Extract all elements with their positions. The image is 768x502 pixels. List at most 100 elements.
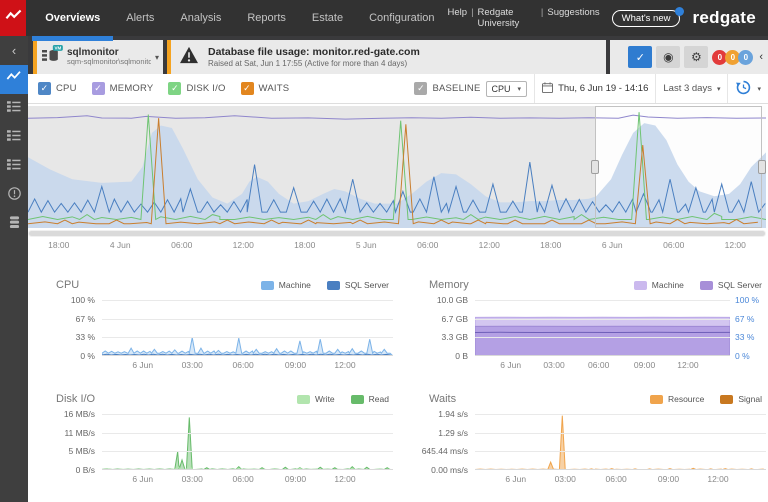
nav-label: Reports: [247, 12, 286, 24]
waits-checkbox[interactable]: ✓ WAITS: [241, 82, 290, 95]
baseline-metric-select[interactable]: CPU ▾: [486, 81, 528, 97]
x-tick-label: 06:00: [605, 474, 626, 484]
focus-target-button[interactable]: ◉: [656, 46, 680, 68]
link-separator: |: [471, 7, 473, 29]
window-left-handle[interactable]: [591, 160, 599, 174]
collapse-chevron-icon[interactable]: ‹: [759, 51, 763, 63]
timeline-plot[interactable]: [28, 106, 766, 228]
y-tick-label: 33 %: [76, 332, 95, 342]
cpu-plot[interactable]: [102, 300, 393, 356]
gridline: [475, 355, 730, 356]
waits-plot[interactable]: [475, 414, 766, 470]
settings-button[interactable]: ⚙: [684, 46, 708, 68]
timeline-tick-label: 12:00: [213, 240, 275, 250]
timeline-chart[interactable]: [28, 106, 766, 228]
sidebar-item-server-list-2[interactable]: [0, 123, 28, 152]
legend-item-machine[interactable]: Machine: [634, 280, 684, 290]
baseline-checkbox[interactable]: ✓ BASELINE: [414, 82, 480, 95]
cpu-checkbox[interactable]: ✓ CPU: [38, 82, 77, 95]
legend-item-sql-server[interactable]: SQL Server: [327, 280, 389, 290]
suggestions-link[interactable]: Suggestions: [547, 7, 599, 29]
legend-swatch: [327, 281, 340, 290]
cpu-chart-title: CPU: [56, 279, 79, 291]
nav-estate[interactable]: Estate: [299, 0, 356, 36]
timeline-tick-label: 06:00: [643, 240, 705, 250]
nav-label: Overviews: [45, 12, 100, 24]
legend-item-signal[interactable]: Signal: [720, 394, 762, 404]
list-icon: [7, 158, 22, 176]
nav-alerts[interactable]: Alerts: [113, 0, 167, 36]
memory-plot[interactable]: [475, 300, 730, 356]
legend-item-machine[interactable]: Machine: [261, 280, 311, 290]
entity-selector[interactable]: VM sqlmonitor sqm-sqlmonitor\sqlmonitor …: [33, 40, 163, 74]
legend-item-write[interactable]: Write: [297, 394, 335, 404]
sidebar-item-alerts[interactable]: [0, 181, 28, 210]
y-tick-label: 0 B: [455, 351, 468, 361]
nav-configuration[interactable]: Configuration: [356, 0, 447, 36]
disk-series[interactable]: [102, 414, 393, 470]
memory-series[interactable]: [475, 300, 730, 356]
timeline-scrollbar-thumb[interactable]: [29, 231, 765, 236]
window-right-handle[interactable]: [758, 160, 766, 174]
x-tick-label: 06:00: [232, 360, 253, 370]
caret-down-icon: ▾: [717, 85, 721, 93]
waits-series[interactable]: [475, 414, 766, 470]
redgate-university-link[interactable]: Redgate University: [478, 7, 537, 29]
sidebar-item-server-list-3[interactable]: [0, 152, 28, 181]
sidebar-collapse-button[interactable]: ‹: [0, 36, 28, 65]
legend-item-resource[interactable]: Resource: [650, 394, 704, 404]
legend-label: Resource: [668, 394, 704, 404]
cpu-checkbox-label: CPU: [56, 83, 77, 94]
sidebar-item-activity[interactable]: [0, 65, 28, 94]
gridline: [475, 433, 766, 434]
legend-item-read[interactable]: Read: [351, 394, 389, 404]
caret-down-icon: ▾: [155, 53, 159, 62]
timeline-tick-label: 18:00: [274, 240, 336, 250]
gridline: [475, 451, 766, 452]
low-alert-badge[interactable]: 0: [738, 50, 753, 65]
checkbox-icon: ✓: [38, 82, 51, 95]
legend-label: Signal: [738, 394, 762, 404]
caret-down-icon[interactable]: ▾: [757, 85, 761, 93]
x-tick-label: 06:00: [232, 474, 253, 484]
cpu-series[interactable]: [102, 300, 393, 356]
y-tick-label: 3.3 GB: [442, 332, 468, 342]
disk-io-checkbox[interactable]: ✓ DISK I/O: [168, 82, 225, 95]
whats-new-button[interactable]: What's new: [612, 10, 681, 27]
legend-label: SQL Server: [718, 280, 762, 290]
help-link[interactable]: Help: [448, 7, 468, 29]
gridline: [475, 469, 766, 470]
checkbox-icon: ✓: [92, 82, 105, 95]
y-tick-label-right: 100 %: [735, 295, 759, 305]
waits-checkbox-label: WAITS: [259, 83, 290, 94]
sidebar-item-databases[interactable]: [0, 210, 28, 239]
checkbox-icon: ✓: [414, 82, 427, 95]
range-select[interactable]: Last 3 days ▾: [655, 74, 727, 103]
legend-swatch: [351, 395, 364, 404]
memory-checkbox[interactable]: ✓ MEMORY: [92, 82, 154, 95]
datetime-picker[interactable]: Thu, 6 Jun 19 - 14:16: [534, 74, 655, 103]
x-tick-label: 12:00: [677, 360, 698, 370]
y-tick-label: 6.7 GB: [442, 314, 468, 324]
disk-plot[interactable]: [102, 414, 393, 470]
nav-label: Analysis: [180, 12, 221, 24]
y-tick-label-right: 67 %: [735, 314, 754, 324]
legend-item-sql-server[interactable]: SQL Server: [700, 280, 762, 290]
timeline-tick-label: 06:00: [397, 240, 459, 250]
sidebar-item-server-list-1[interactable]: [0, 94, 28, 123]
waits-y-axis: 1.94 s/s1.29 s/s645.44 ms/s0.00 ms/s: [417, 414, 475, 470]
memory-chart-panel: Memory MachineSQL Server 10.0 GB6.7 GB3.…: [417, 276, 766, 372]
redgate-logo-button[interactable]: [0, 0, 26, 36]
history-refresh-icon[interactable]: [735, 79, 752, 99]
acknowledge-button[interactable]: ✓: [628, 46, 652, 68]
x-tick-label: 03:00: [182, 360, 203, 370]
nav-reports[interactable]: Reports: [234, 0, 299, 36]
nav-analysis[interactable]: Analysis: [167, 0, 234, 36]
nav-label: Alerts: [126, 12, 154, 24]
nav-overviews[interactable]: Overviews: [32, 0, 113, 36]
x-tick-label: 09:00: [285, 474, 306, 484]
timeline-tick-label: 4 Jun: [90, 240, 152, 250]
target-icon: ◉: [663, 50, 673, 64]
x-tick-label: 03:00: [555, 474, 576, 484]
active-alert-banner[interactable]: Database file usage: monitor.red-gate.co…: [167, 40, 606, 74]
